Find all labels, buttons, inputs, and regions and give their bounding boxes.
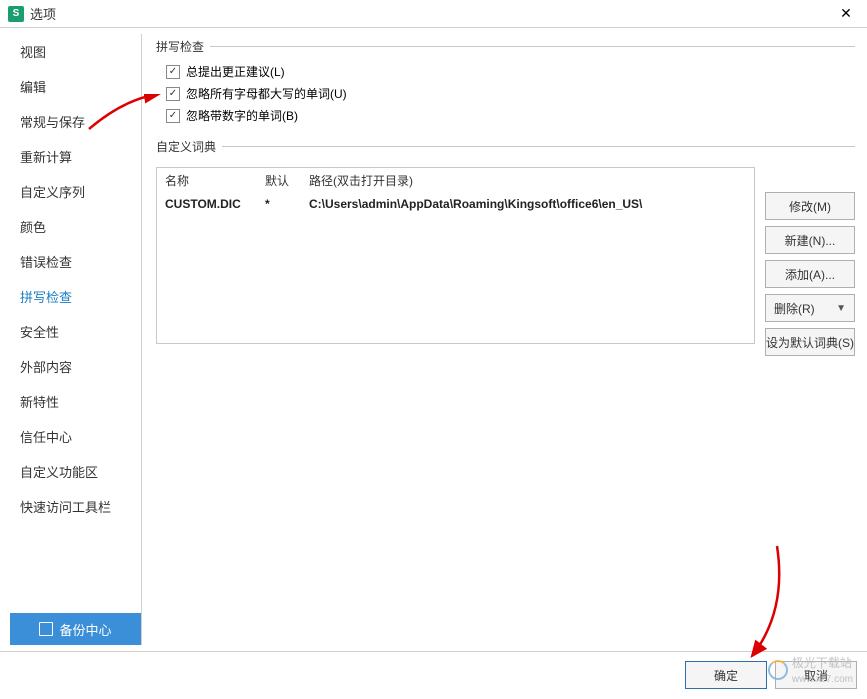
sidebar-item-color[interactable]: 颜色 <box>10 209 141 244</box>
checkbox-suggest[interactable]: ✓ <box>166 65 180 79</box>
new-button[interactable]: 新建(N)... <box>765 226 855 254</box>
col-header-path: 路径(双击打开目录) <box>309 172 746 189</box>
sidebar-item-quick-toolbar[interactable]: 快速访问工具栏 <box>10 489 141 524</box>
check-ignore-uppercase: ✓ 忽略所有字母都大写的单词(U) <box>166 85 855 102</box>
check-suggest-label: 总提出更正建议(L) <box>186 63 285 80</box>
app-icon: S <box>8 6 24 22</box>
window-title: 选项 <box>30 4 833 23</box>
table-header: 名称 默认 路径(双击打开目录) <box>157 168 754 193</box>
sidebar-item-trust-center[interactable]: 信任中心 <box>10 419 141 454</box>
group-spell-check: 拼写检查 ✓ 总提出更正建议(L) ✓ 忽略所有字母都大写的单词(U) ✓ 忽略… <box>156 38 855 124</box>
set-default-button[interactable]: 设为默认词典(S) <box>765 328 855 356</box>
group-spell-check-label: 拼写检查 <box>156 38 855 55</box>
sidebar-item-security[interactable]: 安全性 <box>10 314 141 349</box>
dict-side-buttons: 修改(M) 新建(N)... 添加(A)... 删除(R) ▼ 设为默认词典(S… <box>765 192 855 356</box>
sidebar-item-error-check[interactable]: 错误检查 <box>10 244 141 279</box>
sidebar-list: 视图 编辑 常规与保存 重新计算 自定义序列 颜色 错误检查 拼写检查 安全性 … <box>10 34 141 607</box>
backup-icon <box>39 622 53 636</box>
backup-center-button[interactable]: 备份中心 <box>10 613 141 645</box>
watermark: 极光下载站 www.xz7.com <box>768 654 853 685</box>
check-ignore-numbers: ✓ 忽略带数字的单词(B) <box>166 107 855 124</box>
watermark-text: 极光下载站 <box>792 656 852 670</box>
sidebar-item-custom-ribbon[interactable]: 自定义功能区 <box>10 454 141 489</box>
dict-table[interactable]: 名称 默认 路径(双击打开目录) CUSTOM.DIC * C:\Users\a… <box>156 167 755 344</box>
modify-button[interactable]: 修改(M) <box>765 192 855 220</box>
col-header-name: 名称 <box>165 172 265 189</box>
titlebar: S 选项 ✕ <box>0 0 867 28</box>
sidebar-item-view[interactable]: 视图 <box>10 34 141 69</box>
delete-button[interactable]: 删除(R) ▼ <box>765 294 855 322</box>
watermark-logo-icon <box>768 660 788 680</box>
content-panel: 拼写检查 ✓ 总提出更正建议(L) ✓ 忽略所有字母都大写的单词(U) ✓ 忽略… <box>142 28 867 651</box>
sidebar-item-custom-series[interactable]: 自定义序列 <box>10 174 141 209</box>
sidebar: 视图 编辑 常规与保存 重新计算 自定义序列 颜色 错误检查 拼写检查 安全性 … <box>10 34 142 645</box>
sidebar-item-spell-check[interactable]: 拼写检查 <box>10 279 141 314</box>
cell-default: * <box>265 197 309 211</box>
group-dict-label: 自定义词典 <box>156 138 855 155</box>
checkbox-ignore-numbers[interactable]: ✓ <box>166 109 180 123</box>
sidebar-item-external[interactable]: 外部内容 <box>10 349 141 384</box>
watermark-url: www.xz7.com <box>792 674 853 685</box>
check-ignore-uppercase-label: 忽略所有字母都大写的单词(U) <box>186 85 347 102</box>
delete-label: 删除(R) <box>774 300 815 317</box>
divider <box>210 46 855 47</box>
main-area: 视图 编辑 常规与保存 重新计算 自定义序列 颜色 错误检查 拼写检查 安全性 … <box>0 28 867 652</box>
add-button[interactable]: 添加(A)... <box>765 260 855 288</box>
col-header-default: 默认 <box>265 172 309 189</box>
sidebar-item-recalc[interactable]: 重新计算 <box>10 139 141 174</box>
group1-title: 拼写检查 <box>156 38 204 55</box>
check-suggest: ✓ 总提出更正建议(L) <box>166 63 855 80</box>
ok-button[interactable]: 确定 <box>685 661 767 689</box>
group2-title: 自定义词典 <box>156 138 216 155</box>
check-ignore-numbers-label: 忽略带数字的单词(B) <box>186 107 298 124</box>
group-custom-dict: 自定义词典 名称 默认 路径(双击打开目录) CUSTOM.DIC * C:\U… <box>156 138 855 344</box>
cell-path: C:\Users\admin\AppData\Roaming\Kingsoft\… <box>309 197 746 211</box>
backup-label: 备份中心 <box>59 620 111 639</box>
sidebar-item-general-save[interactable]: 常规与保存 <box>10 104 141 139</box>
cell-name: CUSTOM.DIC <box>165 197 265 211</box>
divider <box>222 146 855 147</box>
footer: 确定 取消 <box>0 652 867 698</box>
table-row[interactable]: CUSTOM.DIC * C:\Users\admin\AppData\Roam… <box>157 193 754 215</box>
close-icon[interactable]: ✕ <box>833 1 859 27</box>
sidebar-item-new-features[interactable]: 新特性 <box>10 384 141 419</box>
checkbox-ignore-uppercase[interactable]: ✓ <box>166 87 180 101</box>
sidebar-item-edit[interactable]: 编辑 <box>10 69 141 104</box>
chevron-down-icon: ▼ <box>836 303 846 314</box>
